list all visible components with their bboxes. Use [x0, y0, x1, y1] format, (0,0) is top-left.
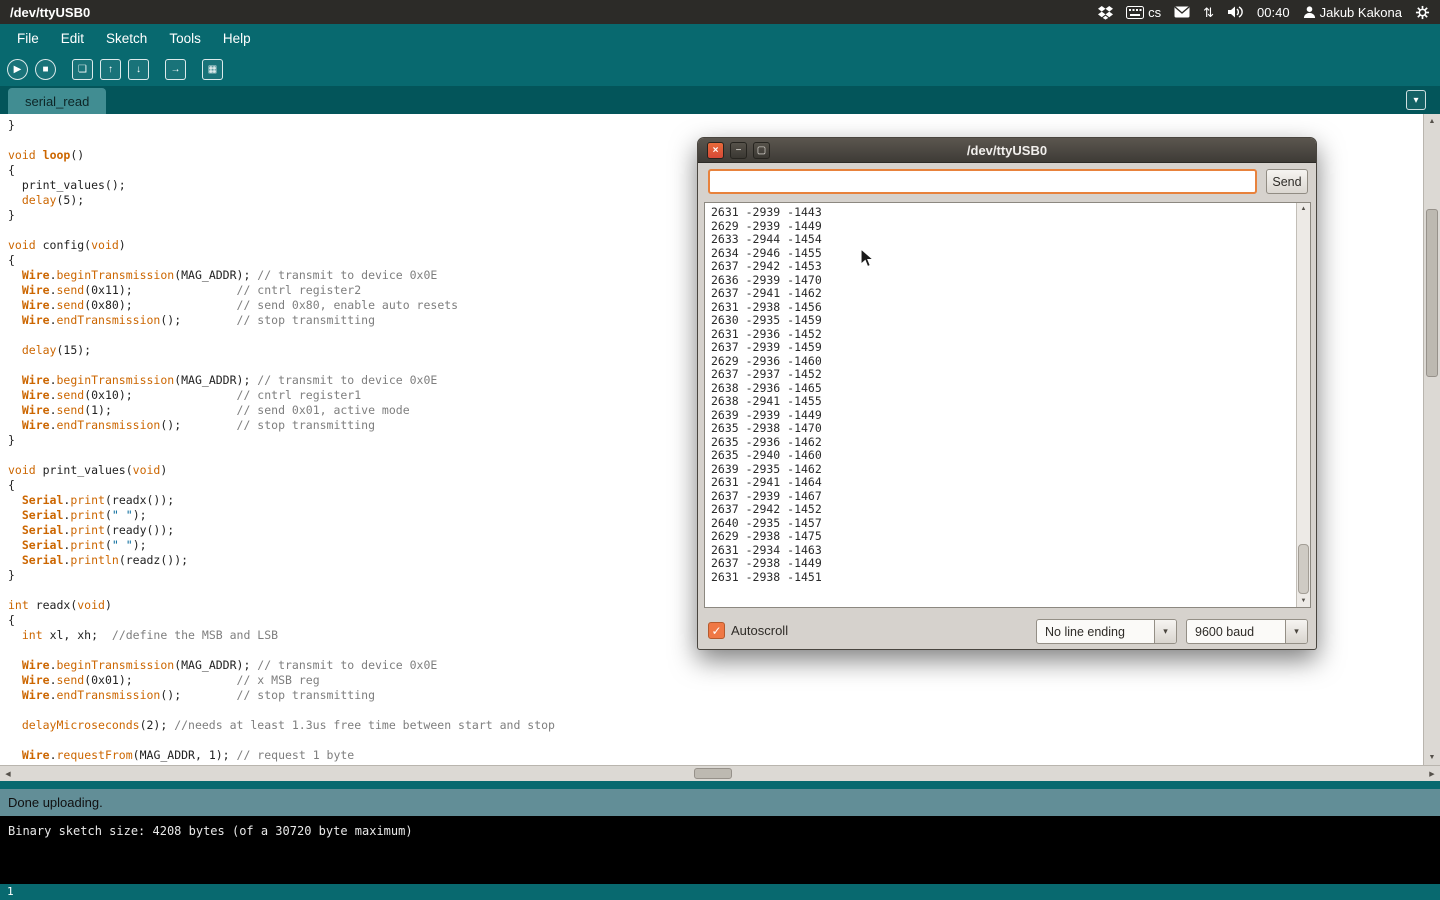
save-sketch-button[interactable]: ↓	[128, 59, 149, 80]
autoscroll-label: Autoscroll	[731, 623, 788, 638]
user-icon	[1303, 5, 1316, 19]
verify-button[interactable]: ▶	[7, 59, 28, 80]
menu-file[interactable]: File	[6, 27, 50, 50]
editor-vscroll-thumb[interactable]	[1426, 209, 1438, 377]
scroll-left-arrow[interactable]: ◀	[0, 766, 16, 781]
console-output: Binary sketch size: 4208 bytes (of a 307…	[8, 824, 413, 838]
serial-monitor-controls: ✓ Autoscroll No line ending ▾ 9600 baud …	[698, 617, 1316, 645]
status-bar: Done uploading.	[0, 789, 1440, 816]
serial-scroll-up-arrow[interactable]: ▲	[1297, 203, 1310, 215]
tab-bar: serial_read ▾	[0, 86, 1440, 114]
open-sketch-button[interactable]: ↑	[100, 59, 121, 80]
tab-menu-button[interactable]: ▾	[1406, 90, 1426, 110]
mail-icon	[1174, 6, 1190, 18]
build-console: Binary sketch size: 4208 bytes (of a 307…	[0, 816, 1440, 884]
serial-scrollbar[interactable]: ▲ ▼	[1296, 203, 1310, 607]
toolbar: ▶ ■ ❏ ↑ ↓ → ▦	[0, 52, 1440, 86]
menu-help[interactable]: Help	[212, 27, 262, 50]
serial-output-text: 2631 -2939 -1443 2629 -2939 -1449 2633 -…	[705, 203, 1310, 587]
network-transfer-icon[interactable]: ⇅	[1203, 6, 1214, 19]
status-message: Done uploading.	[8, 795, 103, 810]
scroll-right-arrow[interactable]: ▶	[1424, 766, 1440, 781]
tab-serial-read[interactable]: serial_read	[8, 88, 106, 114]
serial-monitor-title: /dev/ttyUSB0	[698, 143, 1316, 158]
clock-indicator[interactable]: 00:40	[1257, 5, 1290, 20]
line-ending-value: No line ending	[1037, 620, 1154, 643]
serial-scroll-thumb[interactable]	[1298, 544, 1309, 594]
serial-scroll-down-arrow[interactable]: ▼	[1297, 595, 1310, 607]
volume-icon	[1227, 5, 1244, 19]
serial-output-area: 2631 -2939 -1443 2629 -2939 -1449 2633 -…	[704, 202, 1311, 608]
upload-button[interactable]: →	[165, 59, 186, 80]
mouse-cursor	[860, 248, 876, 270]
system-top-panel: /dev/ttyUSB0 cs ⇅ 00:40 Jakub Kakona	[0, 0, 1440, 24]
gear-icon	[1415, 5, 1430, 20]
scroll-up-arrow[interactable]: ▲	[1424, 114, 1440, 129]
menu-bar: File Edit Sketch Tools Help	[0, 24, 1440, 52]
chevron-down-icon[interactable]: ▾	[1154, 620, 1176, 643]
menu-tools[interactable]: Tools	[158, 27, 212, 50]
keyboard-layout-indicator[interactable]: cs	[1126, 5, 1161, 20]
mail-indicator[interactable]	[1174, 6, 1190, 18]
keyboard-layout-label: cs	[1148, 5, 1161, 20]
session-gear-menu[interactable]	[1415, 5, 1430, 20]
close-button[interactable]: ×	[707, 142, 724, 159]
autoscroll-checkbox[interactable]: ✓	[708, 622, 725, 639]
arduino-ide-window: /dev/ttyUSB0 cs ⇅ 00:40 Jakub Kakona	[0, 0, 1440, 900]
line-number-bar: 1	[0, 884, 1440, 900]
user-menu[interactable]: Jakub Kakona	[1303, 5, 1402, 20]
serial-monitor-window: /dev/ttyUSB0 × − ▢ Send 2631 -2939 -1443…	[697, 137, 1317, 650]
dropbox-icon[interactable]	[1098, 5, 1113, 20]
serial-monitor-button[interactable]: ▦	[202, 59, 223, 80]
editor-vertical-scrollbar[interactable]: ▲ ▼	[1423, 114, 1440, 765]
keyboard-icon	[1126, 6, 1144, 19]
serial-send-input[interactable]	[708, 169, 1257, 194]
chevron-down-icon[interactable]: ▾	[1285, 620, 1307, 643]
minimize-button[interactable]: −	[730, 142, 747, 159]
baud-rate-dropdown[interactable]: 9600 baud ▾	[1186, 619, 1308, 644]
window-title: /dev/ttyUSB0	[10, 5, 90, 20]
line-ending-dropdown[interactable]: No line ending ▾	[1036, 619, 1177, 644]
baud-rate-value: 9600 baud	[1187, 620, 1285, 643]
menu-sketch[interactable]: Sketch	[95, 27, 158, 50]
send-button[interactable]: Send	[1266, 169, 1308, 194]
volume-indicator[interactable]	[1227, 5, 1244, 19]
menu-edit[interactable]: Edit	[50, 27, 95, 50]
current-line-number: 1	[7, 885, 14, 898]
editor-hscroll-thumb[interactable]	[694, 768, 732, 779]
editor-horizontal-scrollbar[interactable]: ◀ ▶	[0, 765, 1440, 781]
stop-button[interactable]: ■	[35, 59, 56, 80]
scroll-down-arrow[interactable]: ▼	[1424, 750, 1440, 765]
serial-monitor-titlebar[interactable]: /dev/ttyUSB0 × − ▢	[698, 138, 1316, 163]
new-sketch-button[interactable]: ❏	[72, 59, 93, 80]
user-name-label: Jakub Kakona	[1320, 5, 1402, 20]
maximize-button[interactable]: ▢	[753, 142, 770, 159]
